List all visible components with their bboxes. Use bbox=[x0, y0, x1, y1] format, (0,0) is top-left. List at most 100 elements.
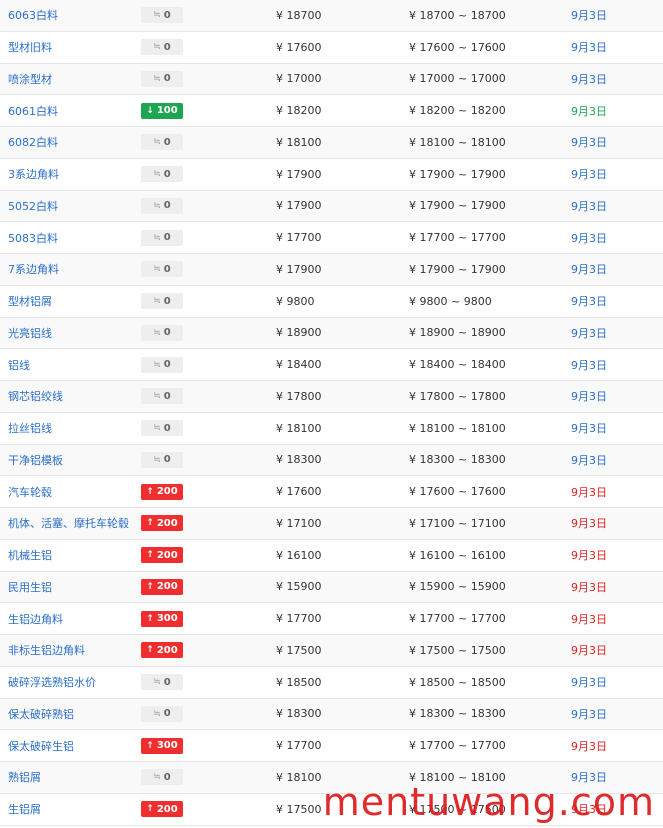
date-value: 9月3日 bbox=[571, 453, 607, 467]
item-name-link[interactable]: 熟铝屑 bbox=[8, 762, 41, 793]
table-row: 非标生铝边角料 ↑ 200 ¥ 17500 ¥ 17500 ~ 17500 9月3日 bbox=[0, 635, 663, 667]
date-value: 9月3日 bbox=[571, 803, 607, 817]
change-cell: ≒ 0 bbox=[141, 127, 183, 158]
table-row: 6063白料 ≒ 0 ¥ 18700 ¥ 18700 ~ 18700 9月3日 bbox=[0, 0, 663, 32]
date-value: 9月3日 bbox=[571, 422, 607, 436]
approx-icon: ≒ bbox=[153, 423, 161, 434]
change-value: 0 bbox=[163, 359, 171, 371]
change-value: 300 bbox=[156, 613, 178, 625]
item-name-link[interactable]: 型材旧料 bbox=[8, 32, 52, 63]
change-badge: ≒ 0 bbox=[141, 39, 183, 56]
table-row: 机体、活塞、摩托车轮毂 ↑ 200 ¥ 17100 ¥ 17100 ~ 17100 9月3… bbox=[0, 508, 663, 540]
change-badge: ≒ 0 bbox=[141, 261, 183, 278]
item-name-link[interactable]: 保太破碎熟铝 bbox=[8, 699, 74, 730]
item-name-link[interactable]: 机体、活塞、摩托车轮毂 bbox=[8, 508, 129, 539]
change-badge: ≒ 0 bbox=[141, 166, 183, 183]
arrow-up-icon: ↑ bbox=[146, 613, 154, 624]
item-name-link[interactable]: 光亮铝线 bbox=[8, 318, 52, 349]
item-name-link[interactable]: 3系边角料 bbox=[8, 159, 59, 190]
change-badge: ≒ 0 bbox=[141, 769, 183, 786]
item-name-link[interactable]: 钢芯铝绞线 bbox=[8, 381, 63, 412]
approx-icon: ≒ bbox=[153, 708, 161, 719]
table-row: 喷涂型材 ≒ 0 ¥ 17000 ¥ 17000 ~ 17000 9月3日 bbox=[0, 63, 663, 96]
item-name-link[interactable]: 7系边角料 bbox=[8, 254, 59, 285]
change-cell: ≒ 0 bbox=[141, 318, 183, 349]
change-cell: ↑ 200 bbox=[141, 540, 183, 571]
table-row: 型材旧料 ≒ 0 ¥ 17600 ¥ 17600 ~ 17600 9月3日 bbox=[0, 31, 663, 64]
change-cell: ≒ 0 bbox=[141, 762, 183, 793]
arrow-up-icon: ↑ bbox=[146, 550, 154, 561]
approx-icon: ≒ bbox=[153, 296, 161, 307]
change-cell: ≒ 0 bbox=[141, 254, 183, 285]
price-range: ¥ 17100 ~ 17100 bbox=[409, 516, 506, 530]
item-name-link[interactable]: 生铝屑 bbox=[8, 794, 41, 825]
change-value: 0 bbox=[163, 73, 171, 85]
change-value: 200 bbox=[156, 549, 178, 561]
change-value: 200 bbox=[156, 517, 178, 529]
item-name-link[interactable]: 拉丝铝线 bbox=[8, 413, 52, 444]
item-name-link[interactable]: 保太破碎生铝 bbox=[8, 730, 74, 761]
price-range: ¥ 17700 ~ 17700 bbox=[409, 739, 506, 753]
table-row: 保太破碎生铝 ↑ 300 ¥ 17700 ¥ 17700 ~ 17700 9月3日 bbox=[0, 730, 663, 762]
price-value: ¥ 18100 bbox=[276, 135, 322, 149]
approx-icon: ≒ bbox=[153, 327, 161, 338]
arrow-up-icon: ↑ bbox=[146, 804, 154, 815]
change-badge: ↑ 200 bbox=[141, 547, 183, 564]
table-row: 干净铝模板 ≒ 0 ¥ 18300 ¥ 18300 ~ 18300 9月3日 bbox=[0, 444, 663, 477]
change-value: 0 bbox=[163, 454, 171, 466]
item-name-link[interactable]: 机械生铝 bbox=[8, 540, 52, 571]
price-range: ¥ 17900 ~ 17900 bbox=[409, 167, 506, 181]
date-value: 9月3日 bbox=[571, 644, 607, 658]
change-badge: ≒ 0 bbox=[141, 197, 183, 214]
change-badge: ↓ 100 bbox=[141, 102, 183, 119]
price-range: ¥ 17500 ~ 17500 bbox=[409, 802, 506, 816]
change-value: 0 bbox=[163, 327, 171, 339]
date-value: 9月3日 bbox=[571, 739, 607, 753]
date-value: 9月3日 bbox=[571, 676, 607, 690]
change-value: 0 bbox=[163, 676, 171, 688]
change-cell: ≒ 0 bbox=[141, 413, 183, 444]
change-badge: ≒ 0 bbox=[141, 229, 183, 246]
item-name-link[interactable]: 6063白料 bbox=[8, 0, 58, 31]
price-value: ¥ 17900 bbox=[276, 199, 322, 213]
item-name-link[interactable]: 6082白料 bbox=[8, 127, 58, 158]
item-name-link[interactable]: 铝线 bbox=[8, 349, 30, 380]
table-row: 生铝屑 ↑ 200 ¥ 17500 ¥ 17500 ~ 17500 9月3日 bbox=[0, 793, 663, 826]
table-row: 6082白料 ≒ 0 ¥ 18100 ¥ 18100 ~ 18100 9月3日 bbox=[0, 127, 663, 159]
change-badge: ≒ 0 bbox=[141, 451, 183, 468]
item-name-link[interactable]: 干净铝模板 bbox=[8, 445, 63, 476]
item-name-link[interactable]: 型材铝屑 bbox=[8, 286, 52, 317]
date-value: 9月3日 bbox=[571, 549, 607, 563]
item-name-link[interactable]: 5052白料 bbox=[8, 191, 58, 222]
date-value: 9月3日 bbox=[571, 199, 607, 213]
item-name-link[interactable]: 汽车轮毂 bbox=[8, 476, 52, 507]
table-row: 型材铝屑 ≒ 0 ¥ 9800 ¥ 9800 ~ 9800 9月3日 bbox=[0, 285, 663, 318]
change-value: 0 bbox=[163, 708, 171, 720]
change-cell: ≒ 0 bbox=[141, 381, 183, 412]
item-name-link[interactable]: 5083白料 bbox=[8, 222, 58, 253]
item-name-link[interactable]: 生铝边角料 bbox=[8, 603, 63, 634]
change-badge: ↑ 200 bbox=[141, 578, 183, 595]
table-row: 3系边角料 ≒ 0 ¥ 17900 ¥ 17900 ~ 17900 9月3日 bbox=[0, 158, 663, 191]
item-name-link[interactable]: 喷涂型材 bbox=[8, 64, 52, 95]
price-value: ¥ 18100 bbox=[276, 770, 322, 784]
change-value: 200 bbox=[156, 486, 178, 498]
change-cell: ≒ 0 bbox=[141, 286, 183, 317]
price-value: ¥ 9800 bbox=[276, 294, 315, 308]
date-value: 9月3日 bbox=[571, 231, 607, 245]
date-value: 9月3日 bbox=[571, 168, 607, 182]
item-name-link[interactable]: 非标生铝边角料 bbox=[8, 635, 85, 666]
change-value: 0 bbox=[163, 232, 171, 244]
change-cell: ↑ 200 bbox=[141, 794, 183, 825]
change-badge: ≒ 0 bbox=[141, 420, 183, 437]
price-value: ¥ 17000 bbox=[276, 72, 322, 86]
item-name-link[interactable]: 6061白料 bbox=[8, 95, 58, 126]
item-name-link[interactable]: 破碎浮选熟铝水价 bbox=[8, 667, 96, 698]
price-table: 6063白料 ≒ 0 ¥ 18700 ¥ 18700 ~ 18700 9月3日 型材旧料 ≒ 0… bbox=[0, 0, 663, 826]
item-name-link[interactable]: 民用生铝 bbox=[8, 572, 52, 603]
price-value: ¥ 18400 bbox=[276, 358, 322, 372]
price-range: ¥ 18200 ~ 18200 bbox=[409, 104, 506, 118]
arrow-down-icon: ↓ bbox=[146, 105, 154, 116]
change-badge: ≒ 0 bbox=[141, 7, 183, 24]
price-range: ¥ 15900 ~ 15900 bbox=[409, 580, 506, 594]
